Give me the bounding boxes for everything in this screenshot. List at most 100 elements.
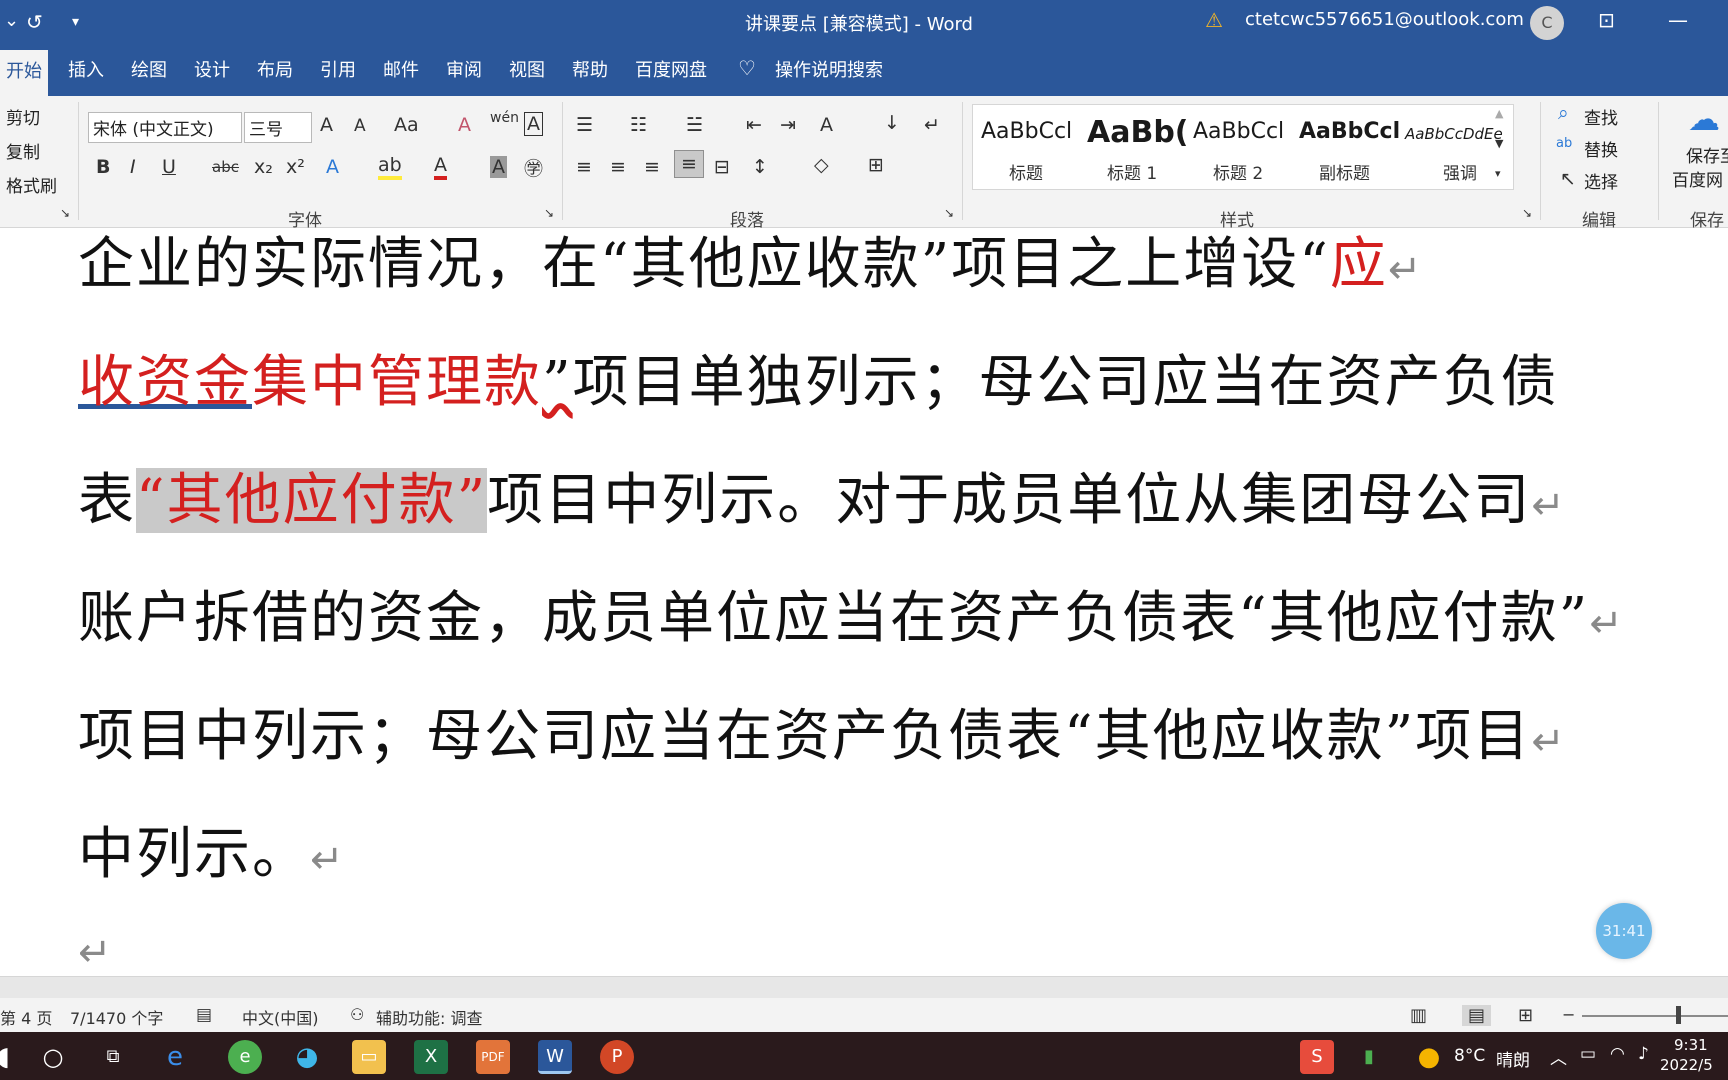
phonetic-guide-icon[interactable]: wén: [490, 110, 519, 126]
justify-icon[interactable]: ≡: [674, 150, 704, 178]
align-center-icon[interactable]: ≡: [610, 156, 626, 178]
font-color-icon[interactable]: A: [434, 154, 447, 180]
copy-button[interactable]: 复制: [6, 138, 40, 163]
strikethrough-icon[interactable]: abc: [212, 158, 239, 176]
read-mode-icon[interactable]: ▥: [1410, 1005, 1427, 1026]
paragraph-launcher-icon[interactable]: ↘: [944, 206, 954, 220]
power-icon[interactable]: ▭: [1580, 1044, 1596, 1064]
tab-baidu-netdisk[interactable]: 百度网盘: [635, 56, 707, 82]
account-email[interactable]: ctetcwc5576651@outlook.com: [1245, 9, 1524, 30]
underline-icon[interactable]: U: [162, 156, 176, 178]
align-left-icon[interactable]: ≡: [576, 156, 592, 178]
styles-more-icon[interactable]: ▾: [1495, 167, 1501, 180]
accessibility-status[interactable]: 辅助功能: 调查: [376, 1005, 482, 1029]
volume-icon[interactable]: ♪: [1638, 1044, 1649, 1064]
format-painter-button[interactable]: 格式刷: [6, 172, 57, 197]
tab-design[interactable]: 设计: [194, 56, 230, 82]
warning-icon[interactable]: ⚠: [1205, 8, 1223, 32]
save-to-baidu-line1[interactable]: 保存至: [1686, 142, 1728, 167]
replace-button[interactable]: 替换: [1584, 136, 1618, 161]
shading-icon[interactable]: ◇: [814, 154, 829, 176]
pdf-app-icon[interactable]: PDF: [476, 1040, 510, 1074]
weather-desc[interactable]: 晴朗: [1496, 1046, 1530, 1071]
file-explorer-icon[interactable]: ▭: [352, 1040, 386, 1074]
lightbulb-icon[interactable]: ♡: [738, 56, 756, 80]
zoom-slider-thumb[interactable]: [1676, 1006, 1681, 1024]
tab-view[interactable]: 视图: [509, 56, 545, 82]
task-view-icon[interactable]: ⧉: [96, 1040, 130, 1074]
font-launcher-icon[interactable]: ↘: [544, 206, 554, 220]
enclose-characters-icon[interactable]: ㊫: [524, 154, 543, 181]
browser-app-icon[interactable]: e: [228, 1040, 262, 1074]
sort-icon[interactable]: ↓: [884, 112, 900, 134]
italic-icon[interactable]: I: [130, 156, 136, 178]
edge-icon[interactable]: ◕: [290, 1040, 324, 1074]
proofing-icon[interactable]: ▤: [196, 1005, 212, 1025]
distributed-icon[interactable]: ⊟: [714, 156, 730, 178]
line-spacing-icon[interactable]: ↕: [752, 156, 768, 178]
tab-draw[interactable]: 绘图: [131, 56, 167, 82]
undo-icon[interactable]: ↺: [26, 10, 43, 34]
accessibility-icon[interactable]: ⚇: [350, 1005, 364, 1024]
tab-layout[interactable]: 布局: [257, 56, 293, 82]
powerpoint-icon[interactable]: P: [600, 1040, 634, 1074]
document-page[interactable]: 企业的实际情况，在“其他应收款”项目之上增设“应↵ 收资金集中管理款”项目单独列…: [0, 229, 1728, 976]
battery-tray-icon[interactable]: ▮: [1352, 1040, 1386, 1074]
zoom-out-icon[interactable]: −: [1562, 1005, 1575, 1024]
word-icon[interactable]: W: [538, 1040, 572, 1074]
styles-scroll-up-icon[interactable]: ▲: [1495, 107, 1503, 120]
page-indicator[interactable]: 第 4 页: [0, 1005, 52, 1029]
start-icon[interactable]: ◖: [0, 1040, 20, 1074]
avatar[interactable]: C: [1530, 6, 1564, 40]
decrease-indent-icon[interactable]: ⇤: [746, 114, 762, 136]
find-button[interactable]: 查找: [1584, 104, 1618, 129]
weather-icon[interactable]: ●: [1412, 1040, 1446, 1074]
select-button[interactable]: 选择: [1584, 168, 1618, 193]
character-border-icon[interactable]: A: [524, 112, 543, 136]
tab-review[interactable]: 审阅: [446, 56, 482, 82]
quick-access-chevron-icon[interactable]: ⌄: [4, 10, 19, 31]
styles-launcher-icon[interactable]: ↘: [1522, 206, 1532, 220]
text-effects-icon[interactable]: A: [326, 156, 339, 178]
tray-app-icon[interactable]: S: [1300, 1040, 1334, 1074]
search-icon[interactable]: ○: [36, 1040, 70, 1074]
web-layout-icon[interactable]: ⊞: [1518, 1005, 1533, 1026]
highlight-icon[interactable]: ab: [378, 154, 402, 180]
font-size-select[interactable]: 三号: [244, 112, 312, 143]
subscript-icon[interactable]: x₂: [254, 156, 273, 178]
show-hide-marks-icon[interactable]: ↵: [924, 114, 940, 136]
cut-button[interactable]: 剪切: [6, 104, 40, 129]
weather-temp[interactable]: 8°C: [1454, 1046, 1485, 1066]
minimize-icon[interactable]: —: [1668, 8, 1688, 32]
show-hidden-icons-icon[interactable]: ︿: [1550, 1044, 1567, 1069]
tell-me-search[interactable]: 操作说明搜索: [775, 56, 883, 82]
tab-mailings[interactable]: 邮件: [383, 56, 419, 82]
baidu-cloud-icon[interactable]: ☁: [1688, 100, 1720, 138]
grow-font-icon[interactable]: A: [320, 114, 333, 136]
horizontal-scrollbar[interactable]: [0, 976, 1728, 998]
zoom-slider[interactable]: [1582, 1015, 1728, 1017]
clock-time[interactable]: 9:31: [1674, 1036, 1708, 1054]
tab-insert[interactable]: 插入: [68, 56, 104, 82]
multilevel-list-icon[interactable]: ☱: [686, 114, 703, 136]
bold-icon[interactable]: B: [96, 156, 110, 178]
increase-indent-icon[interactable]: ⇥: [780, 114, 796, 136]
word-count[interactable]: 7/1470 个字: [70, 1005, 163, 1029]
borders-icon[interactable]: ⊞: [868, 154, 884, 176]
wifi-icon[interactable]: ◠: [1610, 1044, 1625, 1064]
styles-scroll-down-icon[interactable]: ▼: [1495, 137, 1503, 150]
print-layout-icon[interactable]: ▤: [1462, 1005, 1492, 1026]
numbering-icon[interactable]: ☷: [630, 114, 647, 136]
internet-explorer-icon[interactable]: e: [158, 1040, 192, 1074]
tab-references[interactable]: 引用: [320, 56, 356, 82]
bullets-icon[interactable]: ☰: [576, 114, 593, 136]
language-indicator[interactable]: 中文(中国): [242, 1005, 319, 1029]
clear-formatting-icon[interactable]: A: [458, 114, 471, 136]
customize-quick-access-icon[interactable]: ▾: [72, 14, 79, 30]
superscript-icon[interactable]: x²: [286, 156, 305, 178]
recording-timer[interactable]: 31:41: [1596, 903, 1652, 959]
tab-home[interactable]: 开始: [0, 50, 48, 96]
tab-help[interactable]: 帮助: [572, 56, 608, 82]
asian-layout-icon[interactable]: A: [820, 114, 833, 136]
clock-date[interactable]: 2022/5: [1660, 1056, 1713, 1074]
